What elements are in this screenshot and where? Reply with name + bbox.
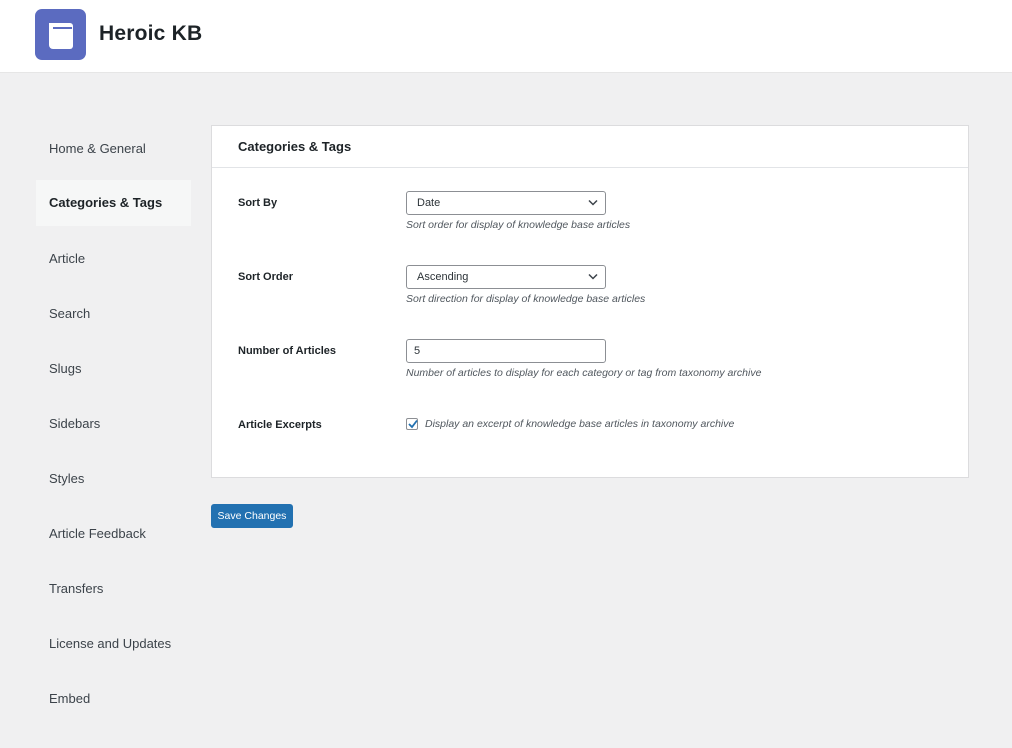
sort-by-description: Sort order for display of knowledge base… [406, 219, 631, 231]
number-of-articles-label: Number of Articles [238, 345, 337, 357]
number-of-articles-input[interactable]: 5 [406, 339, 606, 363]
settings-panel: Categories & Tags Sort By Date Sort orde… [211, 125, 969, 478]
article-excerpts-checkbox[interactable] [406, 418, 418, 430]
sidebar-item-license-updates[interactable]: License and Updates [36, 616, 191, 671]
heroic-kb-logo-icon[interactable] [35, 9, 86, 60]
sort-order-description: Sort direction for display of knowledge … [406, 293, 646, 305]
number-of-articles-description: Number of articles to display for each c… [406, 367, 762, 379]
settings-sidebar: Home & General Categories & Tags Article… [36, 121, 191, 726]
article-excerpts-description: Display an excerpt of knowledge base art… [425, 418, 735, 430]
chevron-down-icon [588, 199, 598, 206]
sidebar-item-article[interactable]: Article [36, 231, 191, 286]
sidebar-item-search[interactable]: Search [36, 286, 191, 341]
sidebar-item-styles[interactable]: Styles [36, 451, 191, 506]
sidebar-item-article-feedback[interactable]: Article Feedback [36, 506, 191, 561]
article-excerpts-label: Article Excerpts [238, 419, 322, 431]
sidebar-item-embed[interactable]: Embed [36, 671, 191, 726]
sort-order-value: Ascending [417, 271, 469, 283]
sort-by-label: Sort By [238, 197, 278, 209]
sort-by-select[interactable]: Date [406, 191, 606, 215]
checkmark-icon [408, 419, 418, 429]
sort-order-select[interactable]: Ascending [406, 265, 606, 289]
top-header: Heroic KB [0, 0, 1012, 73]
sidebar-item-slugs[interactable]: Slugs [36, 341, 191, 396]
brand-title: Heroic KB [99, 22, 203, 45]
chevron-down-icon [588, 273, 598, 280]
book-icon [49, 23, 73, 49]
sidebar-item-home-general[interactable]: Home & General [36, 121, 191, 176]
sort-by-value: Date [417, 197, 441, 209]
sort-order-label: Sort Order [238, 271, 294, 283]
sidebar-item-categories-tags[interactable]: Categories & Tags [36, 180, 191, 226]
save-changes-button[interactable]: Save Changes [211, 504, 293, 528]
sidebar-item-sidebars[interactable]: Sidebars [36, 396, 191, 451]
panel-title: Categories & Tags [212, 126, 968, 168]
sidebar-item-transfers[interactable]: Transfers [36, 561, 191, 616]
